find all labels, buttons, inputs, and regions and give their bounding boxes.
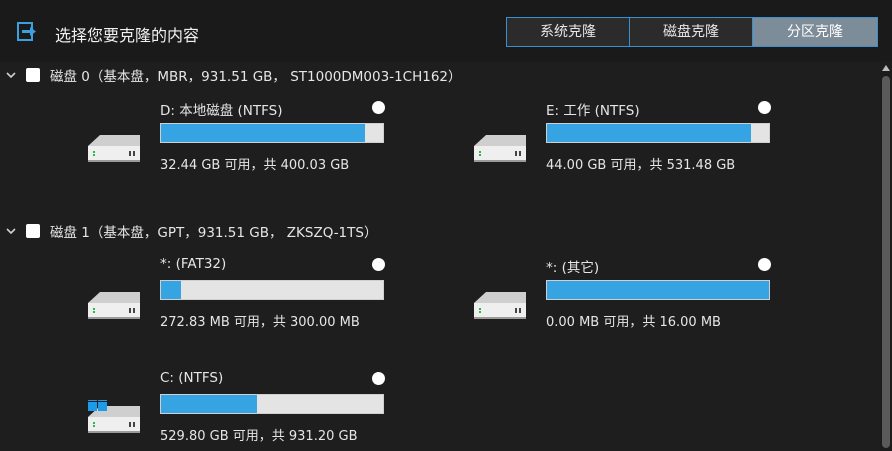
partition-radio[interactable] [372,258,385,271]
partition-e[interactable]: E: 工作 (NTFS) 44.00 GB 可用，共 531.48 GB [472,99,782,173]
partition-radio[interactable] [372,372,385,385]
hdd-icon [88,292,140,319]
windows-hdd-icon [88,400,140,433]
clone-mode-tabs: 系统克隆 磁盘克隆 分区克隆 [506,17,878,47]
disk-1-checkbox[interactable] [26,224,40,238]
usage-bar [546,280,770,300]
usage-bar-fill [161,281,182,299]
usage-bar [160,394,384,414]
usage-bar-fill [547,281,769,299]
chevron-down-icon[interactable] [6,70,16,80]
partition-usage: 32.44 GB 可用，共 400.03 GB [160,158,350,173]
tab-system-clone[interactable]: 系统克隆 [507,18,630,46]
page-title: 选择您要克隆的内容 [55,26,200,45]
chevron-down-icon[interactable] [6,226,16,236]
hdd-icon [474,292,526,319]
usage-bar-fill [547,124,751,142]
partition-name: D: 本地磁盘 (NTFS) [160,103,283,119]
partition-radio[interactable] [758,258,771,271]
usage-bar [160,280,384,300]
partition-fat32[interactable]: *: (FAT32) 272.83 MB 可用，共 300.00 MB [86,256,396,330]
partition-usage: 44.00 GB 可用，共 531.48 GB [546,158,736,173]
hdd-icon [474,135,526,162]
partition-c[interactable]: C: (NTFS) 529.80 GB 可用，共 931.20 GB [86,370,396,444]
disk-0-label: 磁盘 0（基本盘，MBR，931.51 GB， ST1000DM003-1CH1… [50,69,462,85]
partition-d[interactable]: D: 本地磁盘 (NTFS) 32.44 GB 可用，共 400.03 GB [86,99,396,173]
partition-usage: 0.00 MB 可用，共 16.00 MB [546,315,721,330]
partition-usage: 272.83 MB 可用，共 300.00 MB [160,315,360,330]
header-bar: 选择您要克隆的内容 系统克隆 磁盘克隆 分区克隆 [0,0,892,62]
usage-bar-fill [161,395,257,413]
usage-bar-fill [161,124,366,142]
partition-usage: 529.80 GB 可用，共 931.20 GB [160,429,358,444]
usage-bar [546,123,770,143]
vertical-scrollbar[interactable] [880,62,892,451]
partition-other[interactable]: *: (其它) 0.00 MB 可用，共 16.00 MB [472,256,782,330]
partition-name: *: (其它) [546,260,600,276]
tab-disk-clone[interactable]: 磁盘克隆 [630,18,753,46]
partition-name: E: 工作 (NTFS) [546,103,640,119]
usage-bar [160,123,384,143]
disk-0-header: 磁盘 0（基本盘，MBR，931.51 GB， ST1000DM003-1CH1… [6,65,462,85]
tab-partition-clone[interactable]: 分区克隆 [753,18,877,46]
disk-0-checkbox[interactable] [26,68,40,82]
disk-1-header: 磁盘 1（基本盘，GPT，931.51 GB， ZKSZQ-1TS） [6,221,377,241]
partition-name: C: (NTFS) [160,370,224,386]
disk-list: 磁盘 0（基本盘，MBR，931.51 GB， ST1000DM003-1CH1… [0,62,880,451]
disk-1-label: 磁盘 1（基本盘，GPT，931.51 GB， ZKSZQ-1TS） [50,225,378,241]
clone-icon [17,22,36,41]
hdd-icon [88,135,140,162]
scroll-up-icon[interactable] [882,65,890,71]
scrollbar-thumb[interactable] [882,76,890,448]
partition-radio[interactable] [372,101,385,114]
partition-name: *: (FAT32) [160,256,227,272]
partition-radio[interactable] [758,101,771,114]
